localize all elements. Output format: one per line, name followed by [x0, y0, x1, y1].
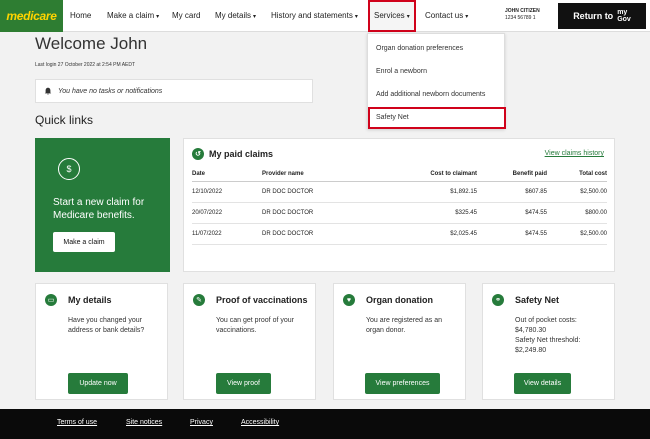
claim-total: $800.00 — [547, 202, 607, 224]
chevron-down-icon: ▾ — [406, 14, 410, 20]
col-total: Total cost — [547, 167, 607, 182]
col-benefit: Benefit paid — [477, 167, 547, 182]
table-row: 11/07/2022 DR DOC DOCTOR $2,025.45 $474.… — [192, 223, 607, 245]
table-row: 12/10/2022 DR DOC DOCTOR $1,892.15 $607.… — [192, 181, 607, 203]
col-date: Date — [192, 167, 262, 182]
view-details-button[interactable]: View details — [514, 373, 571, 394]
make-a-claim-button[interactable]: Make a claim — [53, 232, 115, 252]
claim-benefit: $607.85 — [477, 181, 547, 203]
footer-link-privacy[interactable]: Privacy — [190, 419, 213, 426]
table-header-row: Date Provider name Cost to claimant Bene… — [192, 167, 607, 182]
footer: Terms of use Site notices Privacy Access… — [0, 409, 650, 439]
quick-links-heading: Quick links — [35, 113, 94, 127]
paid-claims-title: My paid claims — [209, 149, 274, 159]
claim-cost: $1,892.15 — [392, 181, 477, 203]
nav-home[interactable]: Home — [70, 0, 91, 32]
menu-item-safety-net[interactable]: Safety Net — [368, 107, 506, 129]
claim-cost: $2,025.45 — [392, 223, 477, 245]
nav-history-statements[interactable]: History and statements ▾ — [271, 0, 358, 32]
history-icon: ↺ — [192, 148, 204, 160]
last-login: Last login 27 October 2022 at 2:54 PM AE… — [35, 62, 136, 68]
chevron-down-icon: ▾ — [354, 14, 358, 20]
mygov-logo: my Gov — [617, 9, 631, 23]
nav-make-a-claim[interactable]: Make a claim ▾ — [107, 0, 159, 32]
chevron-down-icon: ▾ — [156, 14, 160, 20]
paid-claims-table: Date Provider name Cost to claimant Bene… — [192, 167, 607, 245]
medicare-number: 1234 56789 1 — [505, 15, 536, 21]
table-row: 20/07/2022 DR DOC DOCTOR $325.45 $474.55… — [192, 202, 607, 224]
card-title: Organ donation — [366, 295, 433, 305]
nav-contact-us[interactable]: Contact us ▾ — [425, 0, 468, 32]
update-now-button[interactable]: Update now — [68, 373, 128, 394]
paid-claims-panel: ↺ My paid claims View claims history Dat… — [183, 138, 615, 272]
col-cost: Cost to claimant — [392, 167, 477, 182]
col-provider: Provider name — [262, 167, 392, 182]
bell-icon — [44, 87, 52, 95]
claim-provider: DR DOC DOCTOR — [262, 202, 392, 224]
card-body: Have you changed your address or bank de… — [68, 317, 145, 334]
claim-date: 12/10/2022 — [192, 181, 262, 203]
chevron-down-icon: ▾ — [253, 14, 257, 20]
card-title: Proof of vaccinations — [216, 295, 308, 305]
view-preferences-button[interactable]: View preferences — [365, 373, 440, 394]
claim-benefit: $474.55 — [477, 223, 547, 245]
card-body: You can get proof of your vaccinations. — [216, 317, 294, 334]
new-claim-card: $ Start a new claim for Medicare benefit… — [35, 138, 170, 272]
footer-link-site-notices[interactable]: Site notices — [126, 419, 162, 426]
card-my-details: ▭ My details Have you changed your addre… — [35, 283, 168, 400]
claim-phone-icon: $ — [58, 158, 80, 180]
paid-claims-heading: ↺ My paid claims — [192, 148, 273, 160]
card-organ-donation: ♥ Organ donation You are registered as a… — [333, 283, 466, 400]
claim-date: 11/07/2022 — [192, 223, 262, 245]
network-icon: ⚭ — [492, 294, 504, 306]
syringe-icon: ✎ — [193, 294, 205, 306]
view-proof-button[interactable]: View proof — [216, 373, 271, 394]
footer-link-terms[interactable]: Terms of use — [57, 419, 97, 426]
card-title: My details — [68, 295, 112, 305]
view-claims-history-link[interactable]: View claims history — [545, 150, 604, 157]
notifications-text: You have no tasks or notifications — [58, 87, 163, 95]
footer-link-accessibility[interactable]: Accessibility — [241, 419, 279, 426]
card-proof-of-vaccinations: ✎ Proof of vaccinations You can get proo… — [183, 283, 316, 400]
top-nav: medicare Home Make a claim ▾ My card My d… — [0, 0, 650, 32]
services-dropdown-menu: Organ donation preferences Enrol a newbo… — [367, 33, 506, 129]
claim-total: $2,500.00 — [547, 181, 607, 203]
nav-services[interactable]: Services ▾ — [368, 0, 416, 32]
card-title: Safety Net — [515, 295, 560, 305]
card-safety-net: ⚭ Safety Net Out of pocket costs: $4,780… — [482, 283, 615, 400]
chevron-down-icon: ▾ — [465, 14, 469, 20]
user-info: JOHN CITIZEN 1234 56789 1 — [505, 8, 540, 22]
claim-benefit: $474.55 — [477, 202, 547, 224]
claim-date: 20/07/2022 — [192, 202, 262, 224]
new-claim-title: Start a new claim for Medicare benefits. — [53, 197, 145, 221]
card-body: Out of pocket costs: $4,780.30 Safety Ne… — [515, 317, 581, 354]
heart-icon: ♥ — [343, 294, 355, 306]
menu-item-enrol-newborn[interactable]: Enrol a newborn — [368, 61, 506, 83]
medicare-logo[interactable]: medicare — [0, 0, 63, 32]
menu-item-organ-donation[interactable]: Organ donation preferences — [368, 38, 506, 60]
nav-my-details[interactable]: My details ▾ — [215, 0, 256, 32]
user-name: JOHN CITIZEN — [505, 8, 540, 14]
notifications-panel: You have no tasks or notifications — [35, 79, 313, 103]
nav-my-card[interactable]: My card — [172, 0, 200, 32]
return-to-mygov-button[interactable]: Return to my Gov — [558, 3, 646, 29]
claim-provider: DR DOC DOCTOR — [262, 181, 392, 203]
card-body: You are registered as an organ donor. — [366, 317, 443, 334]
id-card-icon: ▭ — [45, 294, 57, 306]
claim-provider: DR DOC DOCTOR — [262, 223, 392, 245]
claim-cost: $325.45 — [392, 202, 477, 224]
claim-total: $2,500.00 — [547, 223, 607, 245]
return-label: Return to — [573, 11, 614, 21]
menu-item-newborn-documents[interactable]: Add additional newborn documents — [368, 84, 506, 106]
page-title: Welcome John — [35, 34, 148, 53]
